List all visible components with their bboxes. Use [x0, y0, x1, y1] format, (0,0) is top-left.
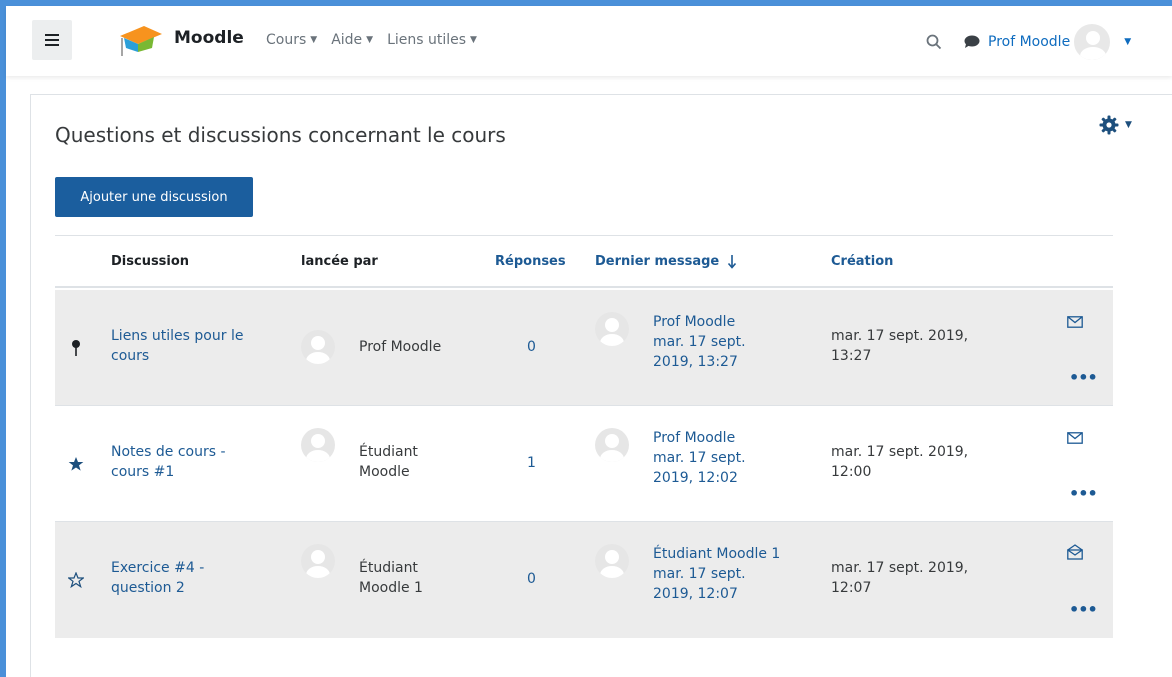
avatar[interactable]: [301, 544, 335, 578]
more-actions-icon[interactable]: •••: [1069, 600, 1098, 619]
window-frame-left: [0, 0, 6, 677]
page-title: Questions et discussions concernant le c…: [55, 123, 506, 147]
last-post-link[interactable]: Étudiant Moodle 1 mar. 17 sept. 2019, 12…: [653, 544, 780, 604]
avatar[interactable]: [595, 544, 629, 578]
user-nav: Prof Moodle ▼: [926, 22, 1131, 62]
reply-count-link[interactable]: 0: [527, 569, 536, 589]
reply-count-link[interactable]: 0: [527, 337, 536, 357]
sort-down-arrow-icon: [728, 254, 737, 269]
created-date: mar. 17 sept. 2019, 12:07: [831, 560, 969, 596]
drawer-toggle-button[interactable]: [32, 20, 72, 60]
reply-count-link[interactable]: 1: [527, 453, 536, 473]
user-avatar[interactable]: [1072, 22, 1113, 62]
author-name[interactable]: Étudiant Moodle 1: [359, 558, 423, 598]
envelope-icon[interactable]: [1067, 316, 1083, 328]
discussion-title-link[interactable]: Exercice #4 - question 2: [111, 558, 271, 598]
last-post-link[interactable]: Prof Moodle mar. 17 sept. 2019, 13:27: [653, 312, 746, 372]
created-date: mar. 17 sept. 2019, 13:27: [831, 328, 969, 364]
column-header-last-post[interactable]: Dernier message: [595, 254, 737, 269]
more-actions-icon[interactable]: •••: [1069, 484, 1098, 503]
hamburger-icon: [45, 34, 59, 46]
avatar[interactable]: [595, 312, 629, 346]
caret-down-icon: ▼: [310, 35, 318, 45]
avatar[interactable]: [301, 428, 335, 462]
user-menu-name[interactable]: Prof Moodle: [988, 34, 1070, 50]
column-header-created[interactable]: Création: [831, 254, 893, 269]
envelope-icon[interactable]: [1067, 432, 1083, 444]
menu-item-cours[interactable]: Cours ▼: [266, 32, 317, 48]
caret-down-icon: ▼: [1125, 120, 1132, 130]
avatar[interactable]: [595, 428, 629, 462]
brand-name[interactable]: Moodle: [174, 28, 244, 48]
created-date: mar. 17 sept. 2019, 12:00: [831, 444, 969, 480]
last-post-link[interactable]: Prof Moodle mar. 17 sept. 2019, 12:02: [653, 428, 746, 488]
column-header-discussion: Discussion: [111, 254, 190, 269]
messages-icon[interactable]: [964, 35, 980, 49]
search-icon[interactable]: [926, 34, 942, 50]
author-name[interactable]: Étudiant Moodle: [359, 442, 418, 482]
menu-item-aide[interactable]: Aide ▼: [331, 32, 373, 48]
pin-icon: [65, 337, 87, 359]
author-name[interactable]: Prof Moodle: [359, 337, 441, 357]
top-navbar: Moodle Cours ▼ Aide ▼ Liens utiles ▼ Prof M…: [6, 6, 1172, 76]
moodle-logo-icon[interactable]: [114, 22, 164, 62]
primary-menu: Cours ▼ Aide ▼ Liens utiles ▼: [266, 32, 477, 48]
table-row: Notes de cours - cours #1 Étudiant Moodl…: [55, 406, 1113, 522]
discussion-title-link[interactable]: Notes de cours - cours #1: [111, 442, 271, 482]
column-header-replies[interactable]: Réponses: [495, 254, 566, 269]
column-header-started-by: lancée par: [301, 254, 378, 269]
more-actions-icon[interactable]: •••: [1069, 368, 1098, 387]
table-row: Exercice #4 - question 2 Étudiant Moodle…: [55, 522, 1113, 638]
star-filled-icon[interactable]: [65, 453, 87, 475]
menu-item-liens-utiles[interactable]: Liens utiles ▼: [387, 32, 477, 48]
star-outline-icon[interactable]: [65, 569, 87, 591]
caret-down-icon: ▼: [470, 35, 477, 45]
avatar[interactable]: [301, 330, 335, 364]
table-row: Liens utiles pour le cours Prof Moodle 0…: [55, 290, 1113, 406]
caret-down-icon[interactable]: ▼: [1124, 37, 1131, 47]
discussion-title-link[interactable]: Liens utiles pour le cours: [111, 326, 271, 366]
forum-card: Questions et discussions concernant le c…: [30, 94, 1172, 677]
settings-menu-button[interactable]: ▼: [1099, 115, 1132, 135]
table-header: Discussion lancée par Réponses Dernier m…: [55, 236, 1113, 288]
caret-down-icon: ▼: [366, 35, 374, 45]
envelope-open-icon[interactable]: [1067, 544, 1083, 560]
gear-icon: [1099, 115, 1119, 135]
add-discussion-button[interactable]: Ajouter une discussion: [55, 177, 253, 217]
